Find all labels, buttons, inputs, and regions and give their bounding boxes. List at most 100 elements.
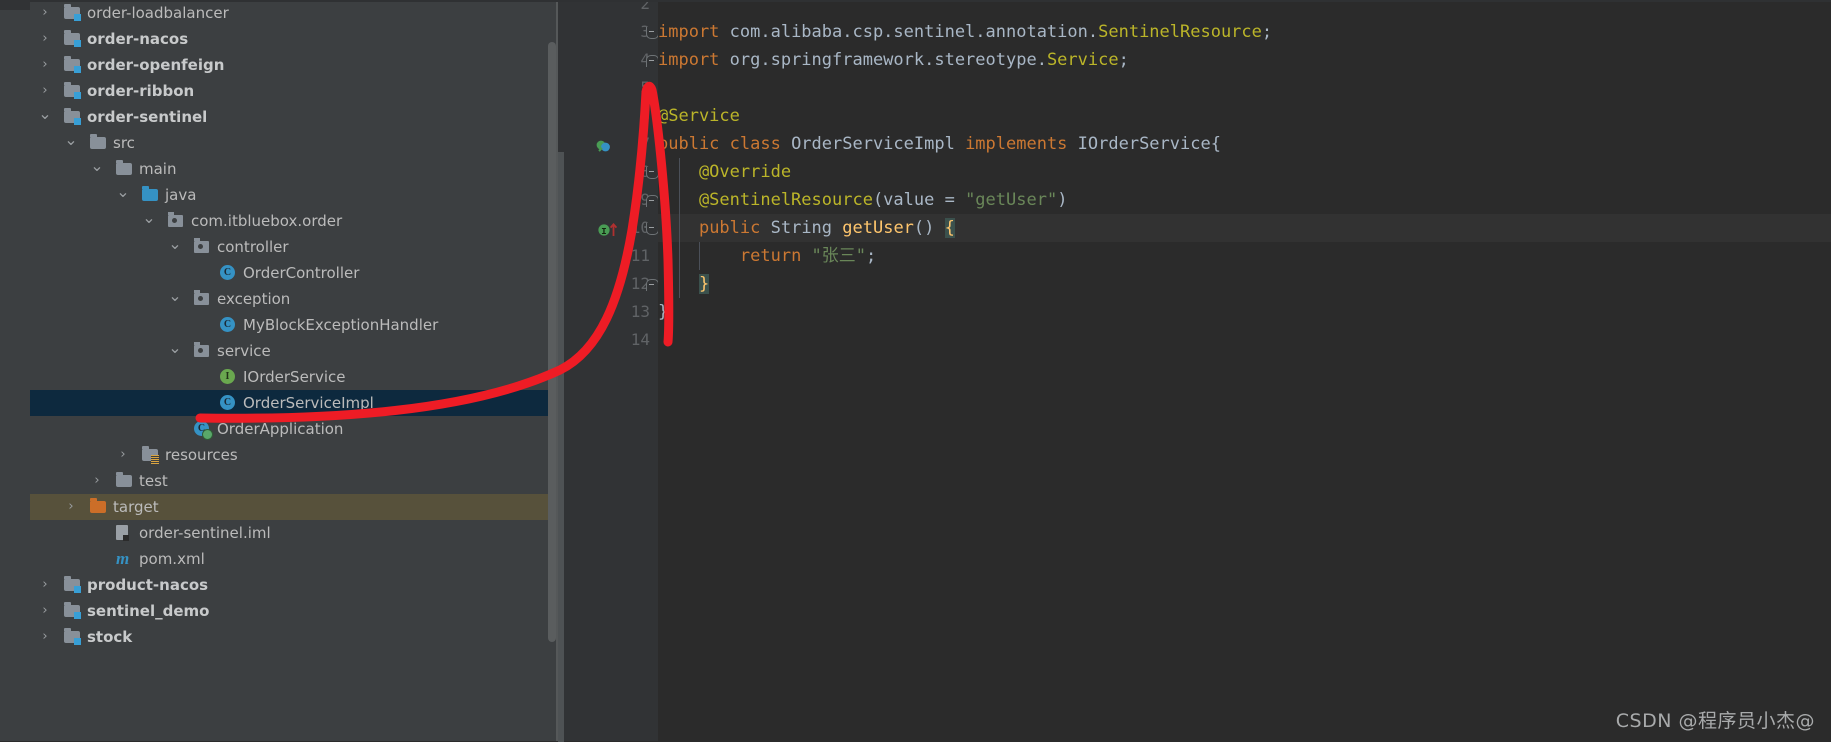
tree-node-order-sentinel[interactable]: ⌄ order-sentinel [30, 104, 558, 130]
code-line[interactable]: } [658, 298, 668, 326]
code-content[interactable]: import com.alibaba.csp.sentinel.annotati… [658, 0, 1831, 741]
tree-node-orderapplication[interactable]: C OrderApplication [30, 416, 558, 442]
tree-node-label: resources [165, 446, 238, 464]
tree-node-label: pom.xml [139, 550, 205, 568]
chevron-down-icon[interactable]: ⌄ [38, 104, 52, 130]
java-runnable-class-icon: C [194, 421, 213, 440]
folder-icon [116, 160, 133, 177]
chevron-down-icon[interactable]: ⌄ [168, 286, 182, 312]
editor-gutter[interactable]: 2345678910I11121314 [558, 0, 659, 741]
line-number: 14 [630, 330, 650, 349]
tree-node-label: stock [87, 628, 133, 646]
override-method-marker-icon[interactable]: I [598, 222, 620, 237]
tree-node-src[interactable]: ⌄ src [30, 130, 558, 156]
chevron-down-icon[interactable]: ⌄ [116, 182, 130, 208]
tree-node-label: OrderController [243, 264, 360, 282]
tree-node-order-loadbalancer[interactable]: › order-loadbalancer [30, 0, 558, 26]
indent-guide [678, 158, 680, 186]
chevron-down-icon[interactable]: ⌄ [142, 208, 156, 234]
editor-left-strip [558, 152, 564, 742]
tree-node-stock[interactable]: › stock [30, 624, 558, 650]
code-line[interactable]: public String getUser() { [658, 214, 1831, 242]
java-class-icon: C [220, 317, 237, 333]
iml-file-icon [116, 525, 133, 541]
tree-node-test[interactable]: › test [30, 468, 558, 494]
tree-node-exception[interactable]: ⌄ exception [30, 286, 558, 312]
tree-node-myblockexceptionhandler[interactable]: C MyBlockExceptionHandler [30, 312, 558, 338]
tree-node-orderserviceimpl[interactable]: C OrderServiceImpl [30, 390, 558, 416]
code-token: "张三" [811, 246, 867, 266]
code-token: import [658, 50, 730, 70]
tree-node-java[interactable]: ⌄ java [30, 182, 558, 208]
code-line[interactable]: @Service [658, 102, 740, 130]
code-token: OrderServiceImpl [791, 134, 966, 154]
chevron-right-icon[interactable]: › [38, 624, 52, 650]
code-token: { [1210, 134, 1221, 154]
line-number: 6 [640, 106, 650, 125]
line-number: 8 [558, 158, 650, 186]
editor-pane[interactable]: 2345678910I11121314 import com.alibaba.c… [558, 0, 1831, 742]
tree-node-label: OrderServiceImpl [243, 394, 374, 412]
chevron-right-icon[interactable]: › [64, 494, 78, 520]
folder-module-icon [64, 30, 81, 47]
indent-guide [678, 242, 680, 270]
chevron-down-icon[interactable]: ⌄ [90, 156, 104, 182]
tree-node-controller[interactable]: ⌄ controller [30, 234, 558, 260]
code-token: @SentinelResource [658, 190, 873, 210]
tree-node-product-nacos[interactable]: › product-nacos [30, 572, 558, 598]
ide-window: › order-loadbalancer › order-nacos › order-op… [0, 0, 1831, 742]
java-interface-icon: I [220, 369, 237, 385]
code-line[interactable]: } [658, 270, 710, 298]
tree-node-order-sentinel-iml[interactable]: order-sentinel.iml [30, 520, 558, 546]
tree-node-label: order-nacos [87, 30, 189, 48]
tree-node-target[interactable]: › target [30, 494, 558, 520]
tree-node-label: exception [217, 290, 291, 308]
chevron-right-icon[interactable]: › [38, 598, 52, 624]
code-token: public [698, 218, 771, 238]
tree-node-order-openfeign[interactable]: › order-openfeign [30, 52, 558, 78]
tree-node-resources[interactable]: › resources [30, 442, 558, 468]
tree-node-label: sentinel_demo [87, 602, 210, 620]
implemented-marker-icon[interactable] [596, 138, 611, 152]
code-line[interactable]: import org.springframework.stereotype.Se… [658, 46, 1129, 74]
tree-node-label: test [139, 472, 168, 490]
chevron-right-icon[interactable]: › [90, 468, 104, 494]
code-line[interactable]: public class OrderServiceImpl implements… [658, 130, 1221, 158]
code-token: org.springframework.stereotype. [729, 50, 1047, 70]
folder-module-icon [64, 56, 81, 73]
indent-guide [678, 186, 680, 214]
tree-node-iorderservice[interactable]: I IOrderService [30, 364, 558, 390]
project-tool-window[interactable]: › order-loadbalancer › order-nacos › order-op… [30, 0, 558, 741]
tree-node-sentinel-demo[interactable]: › sentinel_demo [30, 598, 558, 624]
code-line[interactable]: return "张三"; [658, 242, 876, 270]
tree-node-ordercontroller[interactable]: C OrderController [30, 260, 558, 286]
tree-node-label: java [165, 186, 197, 204]
chevron-down-icon[interactable]: ⌄ [168, 234, 182, 260]
folder-resources-icon [142, 446, 159, 464]
tree-node-com-itbluebox-order[interactable]: ⌄ com.itbluebox.order [30, 208, 558, 234]
sidebar-scrollbar-thumb[interactable] [548, 42, 556, 642]
code-token: @Service [658, 106, 740, 126]
folder-module-icon [64, 4, 81, 21]
code-line[interactable]: import com.alibaba.csp.sentinel.annotati… [658, 18, 1272, 46]
tree-node-main[interactable]: ⌄ main [30, 156, 558, 182]
chevron-right-icon[interactable]: › [38, 0, 52, 26]
chevron-down-icon[interactable]: ⌄ [168, 338, 182, 364]
folder-module-icon [64, 628, 81, 645]
chevron-right-icon[interactable]: › [38, 26, 52, 52]
code-token: Service [1046, 50, 1119, 70]
line-number: 2 [640, 0, 650, 13]
chevron-right-icon[interactable]: › [38, 572, 52, 598]
tree-node-pom-xml[interactable]: m pom.xml [30, 546, 558, 572]
chevron-right-icon[interactable]: › [38, 78, 52, 104]
folder-module-icon [64, 602, 81, 619]
code-token: (value = [872, 190, 966, 210]
chevron-right-icon[interactable]: › [116, 442, 130, 468]
code-token: } [658, 302, 669, 322]
tree-node-order-ribbon[interactable]: › order-ribbon [30, 78, 558, 104]
tree-node-order-nacos[interactable]: › order-nacos [30, 26, 558, 52]
chevron-right-icon[interactable]: › [38, 52, 52, 78]
code-line[interactable]: @SentinelResource(value = "getUser") [658, 186, 1068, 214]
tree-node-service[interactable]: ⌄ service [30, 338, 558, 364]
chevron-down-icon[interactable]: ⌄ [64, 130, 78, 156]
